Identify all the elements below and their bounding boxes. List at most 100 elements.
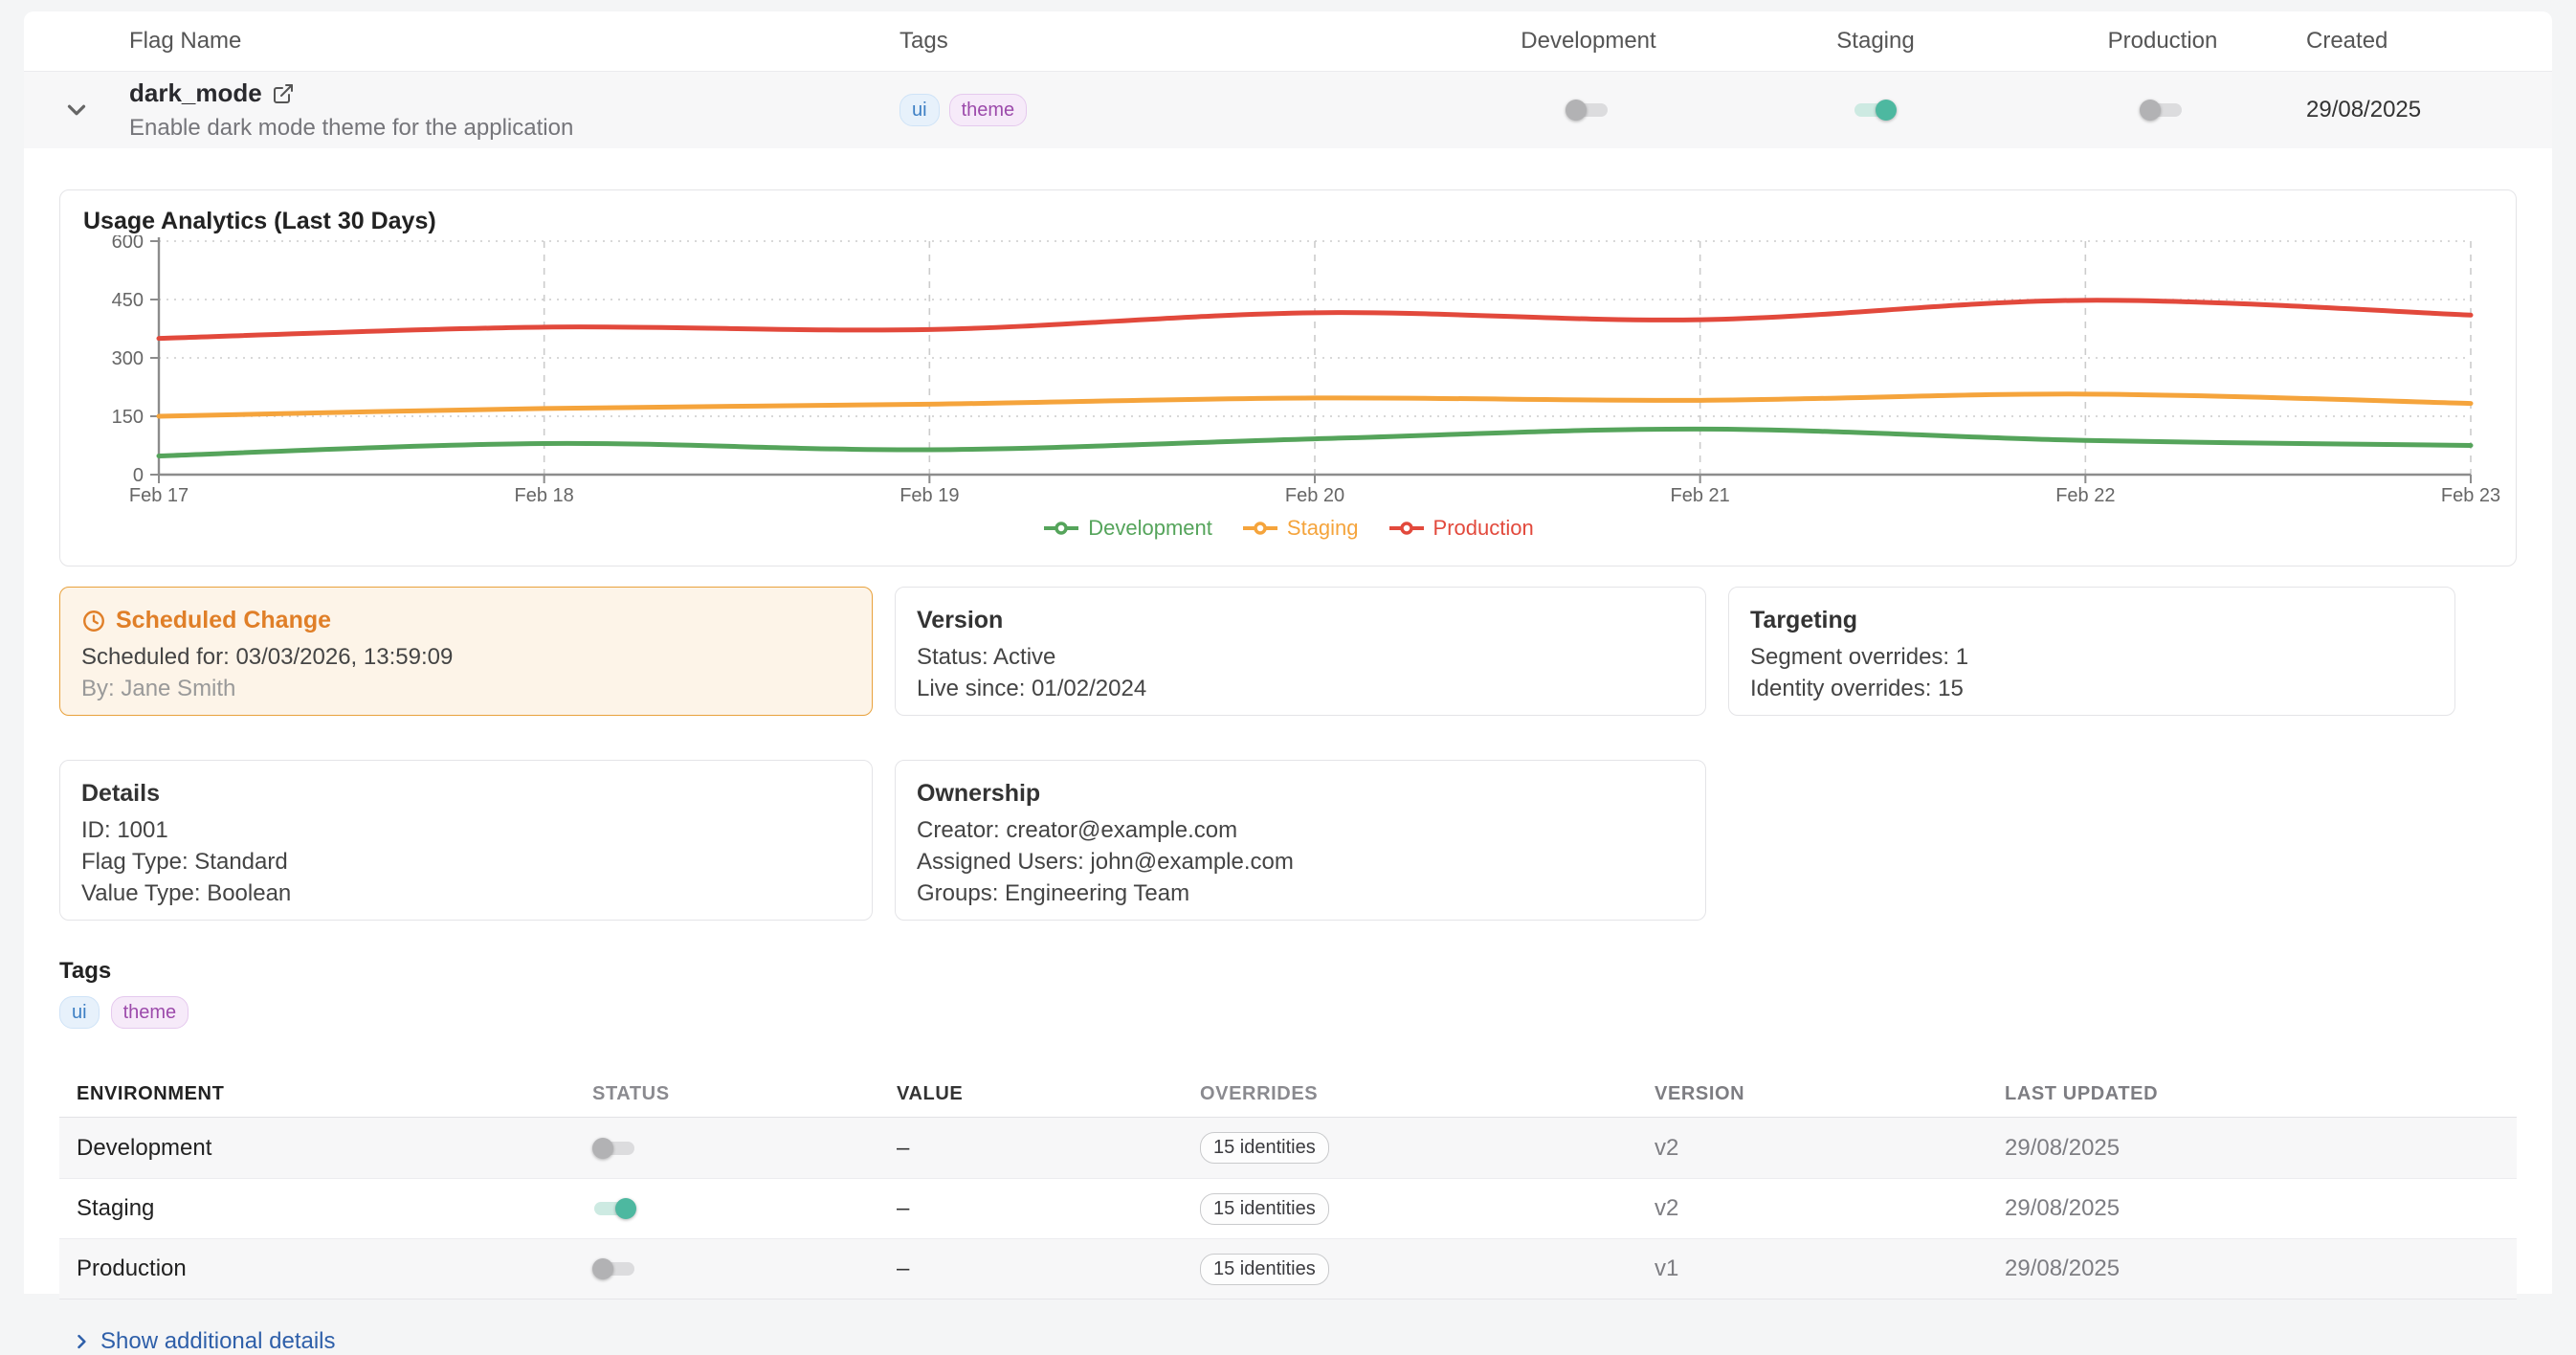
version-status: Status: Active [917, 644, 1684, 670]
svg-text:600: 600 [112, 235, 144, 253]
ownership-groups: Groups: Engineering Team [917, 880, 1684, 906]
flag-row[interactable]: dark_mode Enable dark mode theme for the… [24, 72, 2552, 148]
created-date: 29/08/2025 [2306, 97, 2421, 122]
table-row-production: Production – 15 identities v1 29/08/2025 [59, 1238, 2517, 1299]
legend-item-production[interactable]: Production [1388, 516, 1534, 541]
legend-marker [1241, 522, 1279, 535]
svg-text:Feb 17: Feb 17 [129, 485, 189, 506]
tags-section-title: Tags [59, 958, 2517, 985]
legend-marker [1388, 522, 1426, 535]
targeting-card: Targeting Segment overrides: 1 Identity … [1728, 587, 2455, 716]
version-title: Version [917, 607, 1684, 634]
chevron-down-icon[interactable] [62, 96, 91, 124]
legend-item-staging[interactable]: Staging [1241, 516, 1359, 541]
svg-text:0: 0 [133, 465, 144, 486]
env-name: Production [59, 1255, 592, 1282]
tag-ui[interactable]: ui [899, 94, 940, 126]
legend-label: Development [1088, 516, 1212, 541]
env-last-updated: 29/08/2025 [2005, 1255, 2517, 1282]
scheduled-change-card: Scheduled Change Scheduled for: 03/03/20… [59, 587, 873, 716]
column-production: Production [2019, 28, 2306, 55]
environment-table: ENVIRONMENT STATUS VALUE OVERRIDES VERSI… [59, 1072, 2517, 1299]
flag-name: dark_mode [129, 78, 262, 108]
ownership-assigned-users: Assigned Users: john@example.com [917, 849, 1684, 875]
status-toggle-staging[interactable] [592, 1196, 638, 1221]
table-row-development: Development – 15 identities v2 29/08/202… [59, 1118, 2517, 1178]
header-version: VERSION [1654, 1083, 2005, 1105]
column-created: Created [2306, 28, 2552, 55]
header-environment: ENVIRONMENT [59, 1083, 592, 1105]
overrides-badge[interactable]: 15 identities [1200, 1193, 1329, 1225]
show-additional-details-label: Show additional details [100, 1328, 336, 1355]
column-development: Development [1445, 28, 1732, 55]
identity-overrides: Identity overrides: 15 [1750, 676, 2433, 701]
env-version: v2 [1654, 1195, 2005, 1222]
env-version: v1 [1654, 1255, 2005, 1282]
toggle-development[interactable] [1566, 98, 1611, 122]
legend-marker [1042, 522, 1080, 535]
chart-title: Usage Analytics (Last 30 Days) [83, 208, 2493, 235]
env-last-updated: 29/08/2025 [2005, 1135, 2517, 1162]
details-id: ID: 1001 [81, 817, 851, 843]
column-staging: Staging [1732, 28, 2019, 55]
overrides-badge[interactable]: 15 identities [1200, 1254, 1329, 1285]
usage-analytics-card: Usage Analytics (Last 30 Days) 0 150 300 45… [59, 189, 2517, 566]
tag-ui[interactable]: ui [59, 996, 100, 1029]
targeting-title: Targeting [1750, 607, 2433, 634]
usage-analytics-chart: 0 150 300 450 600 Feb 17 Feb 18 Feb 19 Feb 20 Feb… [83, 235, 2514, 513]
version-live-since: Live since: 01/02/2024 [917, 676, 1684, 701]
env-value: – [897, 1255, 1200, 1282]
ownership-creator: Creator: creator@example.com [917, 817, 1684, 843]
svg-text:Feb 22: Feb 22 [2055, 485, 2115, 506]
flag-description: Enable dark mode theme for the applicati… [129, 115, 899, 142]
svg-text:Feb 19: Feb 19 [899, 485, 959, 506]
legend-label: Staging [1287, 516, 1359, 541]
tags-section: Tags ui theme [59, 958, 2517, 1029]
svg-text:450: 450 [112, 290, 144, 311]
column-flag-name: Flag Name [129, 28, 899, 55]
header-status: STATUS [592, 1083, 897, 1105]
svg-text:Feb 18: Feb 18 [515, 485, 574, 506]
env-value: – [897, 1135, 1200, 1162]
segment-overrides: Segment overrides: 1 [1750, 644, 2433, 670]
external-link-icon[interactable] [272, 82, 295, 105]
env-last-updated: 29/08/2025 [2005, 1195, 2517, 1222]
chevron-right-icon [72, 1332, 91, 1351]
details-flag-type: Flag Type: Standard [81, 849, 851, 875]
ownership-card: Ownership Creator: creator@example.com A… [895, 760, 1706, 921]
chart-legend: Development Staging Production [83, 516, 2493, 541]
legend-label: Production [1433, 516, 1534, 541]
overrides-badge[interactable]: 15 identities [1200, 1132, 1329, 1164]
svg-text:Feb 20: Feb 20 [1285, 485, 1344, 506]
legend-item-development[interactable]: Development [1042, 516, 1212, 541]
svg-text:Feb 23: Feb 23 [2441, 485, 2500, 506]
show-additional-details-link[interactable]: Show additional details [72, 1328, 2517, 1355]
details-title: Details [81, 780, 851, 808]
status-toggle-development[interactable] [592, 1136, 638, 1161]
env-value: – [897, 1195, 1200, 1222]
clock-icon [81, 609, 106, 633]
table-row-staging: Staging – 15 identities v2 29/08/2025 [59, 1178, 2517, 1238]
svg-text:150: 150 [112, 407, 144, 428]
column-tags: Tags [899, 28, 1445, 55]
environment-table-header: ENVIRONMENT STATUS VALUE OVERRIDES VERSI… [59, 1072, 2517, 1118]
flag-table-header: Flag Name Tags Development Staging Produ… [24, 11, 2552, 72]
tag-theme[interactable]: theme [111, 996, 189, 1029]
toggle-staging[interactable] [1853, 98, 1899, 122]
scheduled-for: Scheduled for: 03/03/2026, 13:59:09 [81, 644, 851, 670]
details-value-type: Value Type: Boolean [81, 880, 851, 906]
scheduled-change-title: Scheduled Change [116, 607, 331, 634]
env-name: Staging [59, 1195, 592, 1222]
svg-text:Feb 21: Feb 21 [1671, 485, 1730, 506]
header-value: VALUE [897, 1083, 1200, 1105]
env-version: v2 [1654, 1135, 2005, 1162]
flag-detail-panel: Flag Name Tags Development Staging Produ… [24, 11, 2552, 1294]
svg-text:300: 300 [112, 348, 144, 369]
tag-theme[interactable]: theme [949, 94, 1028, 126]
header-overrides: OVERRIDES [1200, 1083, 1654, 1105]
header-last-updated: LAST UPDATED [2005, 1083, 2517, 1105]
ownership-title: Ownership [917, 780, 1684, 808]
toggle-production[interactable] [2140, 98, 2186, 122]
status-toggle-production[interactable] [592, 1256, 638, 1281]
scheduled-by: By: Jane Smith [81, 676, 851, 701]
